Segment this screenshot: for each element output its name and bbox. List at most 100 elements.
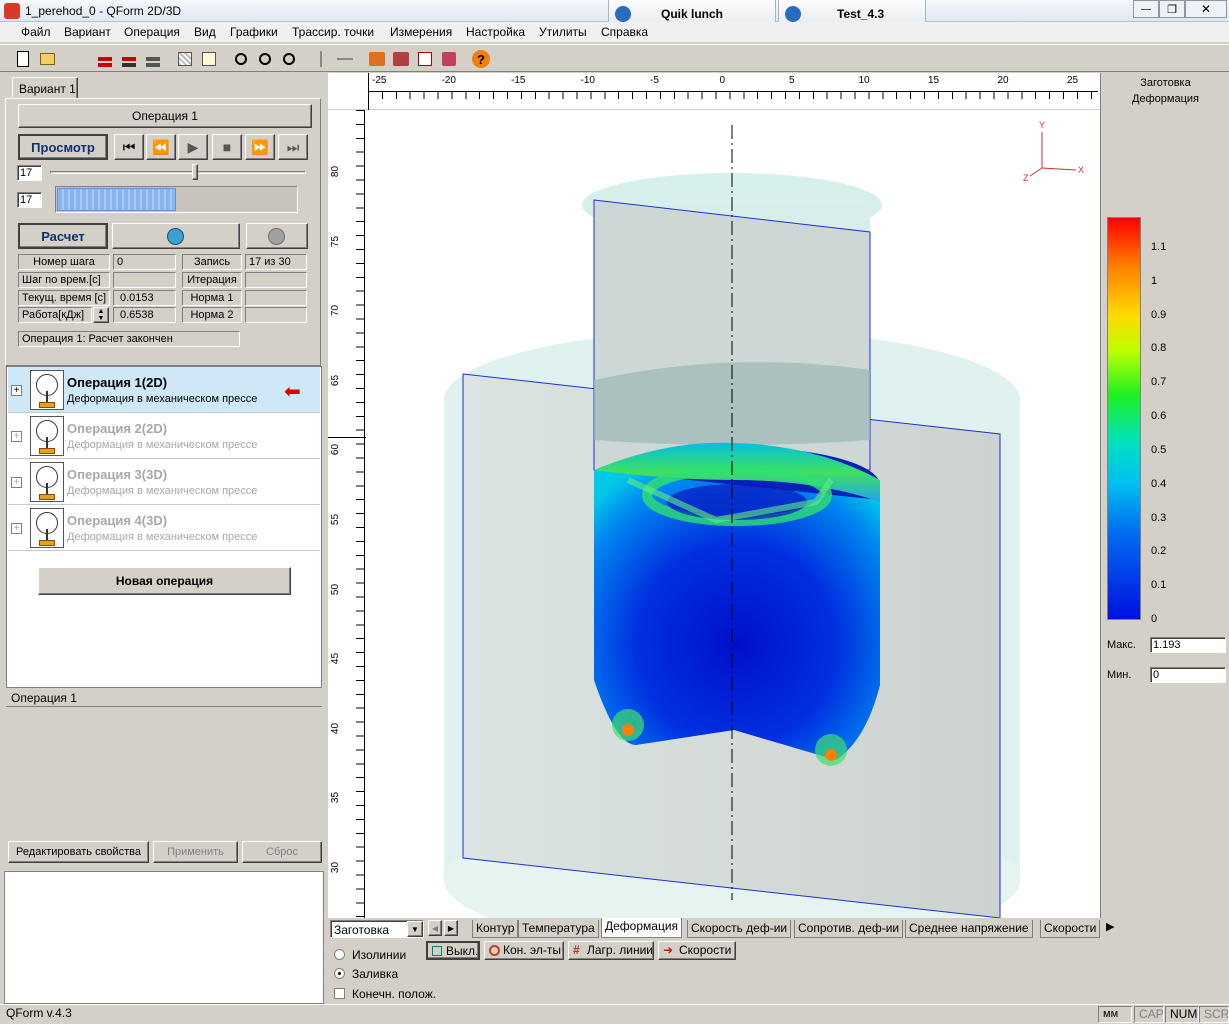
operation-item[interactable]: + Операция 1(2D) Деформация в механическом… [8,367,320,413]
frame-slider-thumb[interactable] [192,164,198,180]
object-select[interactable]: Заготовка ▼ [330,920,424,938]
prev-frame-button[interactable]: ⏪ [146,134,176,160]
iteration-label: Итерация [182,272,242,288]
add-object-icon[interactable] [94,48,116,70]
lagrange-lines-button[interactable]: # Лагр. линии [568,941,654,960]
tool-icon[interactable] [142,48,164,70]
checkbox-final-position[interactable]: Конечн. полож. [334,987,474,1001]
tab-6[interactable]: Скорости [1040,920,1101,938]
tab-scroll-right[interactable]: ▶ [444,920,458,936]
simulation-icon[interactable] [390,48,412,70]
remove-object-icon[interactable] [118,48,140,70]
button-label: Выкл. [446,944,479,958]
display-off-button[interactable]: Выкл. [426,941,480,960]
menu-file[interactable]: Файл [21,25,51,39]
operation-item[interactable]: + Операция 4(3D) Деформация в механическом… [8,505,320,551]
elements-button[interactable]: Кон. эл-ты [484,941,564,960]
zoom-in-icon[interactable] [230,48,252,70]
process-icon[interactable] [366,48,388,70]
start-calculation-button[interactable] [112,223,240,249]
table-icon[interactable] [198,48,220,70]
menu-measurements[interactable]: Измерения [390,25,452,39]
grid-icon[interactable] [174,48,196,70]
tab-overflow-arrow[interactable]: ▶ [1106,920,1114,933]
tab-3[interactable]: Скорость деф-ии [687,920,792,938]
tab-2[interactable]: Деформация [601,918,683,938]
tab-variant-1[interactable]: Вариант 1 [12,77,78,99]
legend-panel: Заготовка Деформация Макс. 1.193 Мин. 0 … [1100,73,1229,918]
work-unit-spinner[interactable]: ▲ ▼ [93,307,109,323]
play-button[interactable]: ▶ [178,134,208,160]
arrow-icon: ➜ [663,943,674,957]
app-badge-icon [615,6,631,22]
menu-operation[interactable]: Операция [124,25,180,39]
ruler-x-tick: 5 [789,75,795,86]
zoom-fit-icon[interactable] [278,48,300,70]
new-file-icon[interactable] [12,48,34,70]
status-units: мм [1098,1006,1132,1023]
stop-button[interactable]: ■ [212,134,242,160]
calc-status-line: Операция 1: Расчет закончен [18,331,240,347]
measure-horizontal-icon[interactable] [334,48,356,70]
menu-help[interactable]: Справка [601,25,648,39]
tab-4[interactable]: Сопротив. деф-ии [794,920,904,938]
expand-icon[interactable]: + [11,477,22,488]
stop-calculation-button[interactable] [246,223,308,249]
measure-vertical-icon[interactable] [310,48,332,70]
axis-y-label: Y [1039,120,1046,130]
menu-trace-points[interactable]: Трассир. точки [292,25,374,39]
export-icon[interactable] [438,48,460,70]
open-file-icon[interactable] [36,48,58,70]
frame-input[interactable]: 17 [17,165,42,181]
menu-variant[interactable]: Вариант [64,25,111,39]
frame-slider-track[interactable] [50,171,306,174]
tab-0[interactable]: Контур [472,920,519,938]
operation-item[interactable]: + Операция 2(2D) Деформация в механическом… [8,413,320,459]
first-frame-button[interactable]: ⏮ [114,134,144,160]
next-frame-button[interactable]: ⏩ [245,134,275,160]
new-operation-button[interactable]: Новая операция [38,567,291,595]
operation-1-button[interactable]: Операция 1 [18,104,312,128]
expand-icon[interactable]: + [11,523,22,534]
edit-properties-button[interactable]: Редактировать свойства [8,841,149,863]
colorbar-tick: 0.6 [1151,410,1167,423]
max-value-field: 1.193 [1150,637,1226,653]
operation-item[interactable]: + Операция 3(3D) Деформация в механическом… [8,459,320,505]
chevron-down-icon[interactable]: ▼ [407,921,423,937]
menu-view[interactable]: Вид [194,25,216,39]
minimize-button[interactable]: — [1133,0,1159,18]
colorbar-tick: 1.1 [1151,241,1167,253]
grid-lines-icon: # [573,943,580,957]
tab-scroll-left[interactable]: ◀ [428,920,442,936]
operation-subtitle: Деформация в механическом прессе [67,439,258,451]
tab-1[interactable]: Температура [518,920,599,938]
crosshair-h [328,437,368,438]
expand-icon[interactable]: + [11,431,22,442]
taskbar-tab-label: Test_4.3 [837,7,885,21]
chart-icon[interactable] [414,48,436,70]
calculate-button[interactable]: Расчет [18,223,108,249]
checkbox-label: Конечн. полож. [352,987,437,1001]
velocities-button[interactable]: ➜ Скорости [658,941,736,960]
view-button[interactable]: Просмотр [18,134,108,160]
close-button[interactable]: ✕ [1185,0,1227,18]
help-icon[interactable]: ? [470,48,492,70]
last-frame-button[interactable]: ⏭ [278,134,308,160]
menu-utilities[interactable]: Утилиты [539,25,587,39]
app-icon [4,3,20,19]
zoom-out-icon[interactable] [254,48,276,70]
radio-fill[interactable]: Заливка [334,967,454,981]
menu-settings[interactable]: Настройка [466,25,525,39]
norm1-label: Норма 1 [182,290,242,306]
expand-icon[interactable]: + [11,385,22,396]
object-select-value: Заготовка [334,923,390,937]
tab-5[interactable]: Среднее напряжение [905,920,1033,938]
time-value: 0.0153 [113,290,176,306]
apply-button[interactable]: Применить [153,841,238,863]
press-icon [30,416,64,456]
3d-viewport[interactable]: Y X Z [366,110,1100,918]
menu-charts[interactable]: Графики [230,25,278,39]
toolbar: ? [0,44,1229,72]
reset-button[interactable]: Сброс [242,841,322,863]
maximize-button[interactable]: ❐ [1159,0,1185,18]
